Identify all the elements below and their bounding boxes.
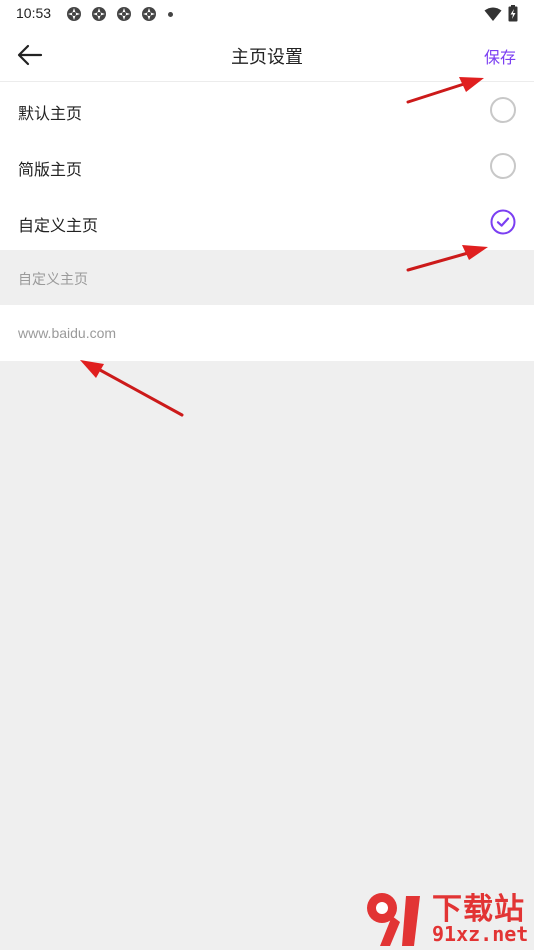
notification-icons bbox=[66, 6, 173, 22]
section-title: 自定义主页 bbox=[18, 272, 88, 288]
battery-charging-icon bbox=[508, 5, 518, 22]
option-custom-homepage[interactable]: 自定义主页 bbox=[0, 194, 534, 250]
watermark-logo-icon bbox=[367, 893, 420, 946]
more-notifications-dot bbox=[168, 11, 173, 17]
radio-unchecked[interactable] bbox=[490, 97, 516, 123]
app-header: 主页设置 保存 bbox=[0, 28, 534, 82]
system-icons bbox=[484, 5, 518, 22]
site-watermark: 下载站 91xz.net bbox=[362, 884, 534, 950]
app-notification-icon bbox=[142, 7, 156, 21]
radio-unchecked[interactable] bbox=[490, 153, 516, 179]
option-simple-homepage[interactable]: 简版主页 bbox=[0, 138, 534, 194]
homepage-option-list: 默认主页 简版主页 自定义主页 bbox=[0, 82, 534, 250]
custom-url-input[interactable] bbox=[18, 322, 508, 344]
wifi-icon bbox=[484, 7, 502, 21]
radio-checked-icon[interactable] bbox=[490, 209, 516, 235]
app-notification-icon bbox=[117, 7, 131, 21]
option-label: 默认主页 bbox=[18, 104, 83, 123]
status-bar: 10:53 bbox=[0, 0, 534, 28]
option-default-homepage[interactable]: 默认主页 bbox=[0, 82, 534, 138]
url-row bbox=[0, 305, 534, 361]
annotation-arrow-url-input bbox=[80, 360, 184, 417]
watermark-bottom-text: 91xz.net bbox=[432, 922, 529, 946]
page-title: 主页设置 bbox=[231, 47, 303, 68]
app-notification-icon bbox=[67, 7, 81, 21]
save-button[interactable]: 保存 bbox=[484, 44, 516, 68]
option-label: 自定义主页 bbox=[18, 216, 99, 235]
app-notification-icon bbox=[92, 7, 106, 21]
option-label: 简版主页 bbox=[18, 160, 83, 179]
status-time: 10:53 bbox=[16, 5, 52, 21]
custom-homepage-section: 自定义主页 bbox=[0, 250, 534, 305]
